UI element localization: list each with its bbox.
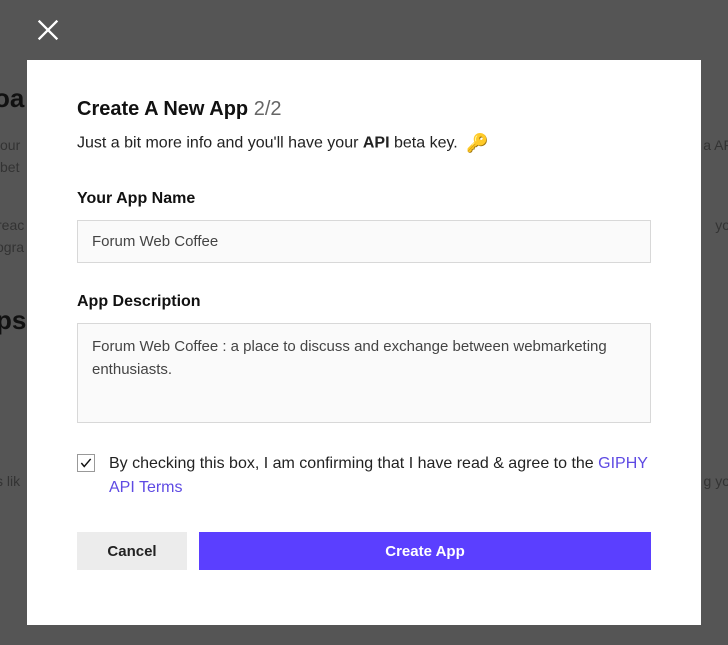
consent-checkbox[interactable] bbox=[77, 454, 95, 472]
bg-heading-2: ps bbox=[0, 300, 26, 342]
app-description-input[interactable] bbox=[77, 323, 651, 423]
bg-text-r3: g yo bbox=[704, 470, 728, 492]
modal-subtitle: Just a bit more info and you'll have you… bbox=[77, 133, 651, 154]
cancel-button[interactable]: Cancel bbox=[77, 532, 187, 570]
close-icon[interactable] bbox=[34, 16, 62, 44]
subtitle-prefix: Just a bit more info and you'll have you… bbox=[77, 135, 363, 152]
app-name-label: Your App Name bbox=[77, 190, 651, 208]
subtitle-bold: API bbox=[363, 135, 390, 152]
modal-title-text: Create A New App bbox=[77, 98, 248, 120]
consent-row: By checking this box, I am confirming th… bbox=[77, 452, 651, 500]
app-name-input[interactable] bbox=[77, 220, 651, 263]
bg-text-r1: a AF bbox=[703, 134, 728, 156]
bg-text-5: s lik bbox=[0, 470, 20, 492]
button-row: Cancel Create App bbox=[77, 532, 651, 570]
modal-step: 2/2 bbox=[254, 98, 282, 120]
create-app-button[interactable]: Create App bbox=[199, 532, 651, 570]
check-icon bbox=[79, 456, 93, 470]
bg-text-1: our bbox=[0, 134, 20, 156]
bg-text-3: reac bbox=[0, 214, 24, 236]
modal-title: Create A New App 2/2 bbox=[77, 98, 651, 121]
modal-backdrop-bottom bbox=[0, 625, 728, 645]
bg-heading-1: oa bbox=[0, 78, 24, 120]
bg-text-r2: yo bbox=[715, 214, 728, 236]
consent-text: By checking this box, I am confirming th… bbox=[109, 452, 651, 500]
subtitle-suffix: beta key. bbox=[390, 135, 458, 152]
create-app-modal: Create A New App 2/2 Just a bit more inf… bbox=[27, 60, 701, 625]
modal-backdrop-top bbox=[0, 0, 728, 60]
consent-text-content: By checking this box, I am confirming th… bbox=[109, 455, 598, 472]
key-icon: 🔑 bbox=[466, 133, 488, 154]
app-description-label: App Description bbox=[77, 293, 651, 311]
bg-text-4: ogra bbox=[0, 236, 24, 258]
bg-text-2: bet bbox=[0, 156, 19, 178]
